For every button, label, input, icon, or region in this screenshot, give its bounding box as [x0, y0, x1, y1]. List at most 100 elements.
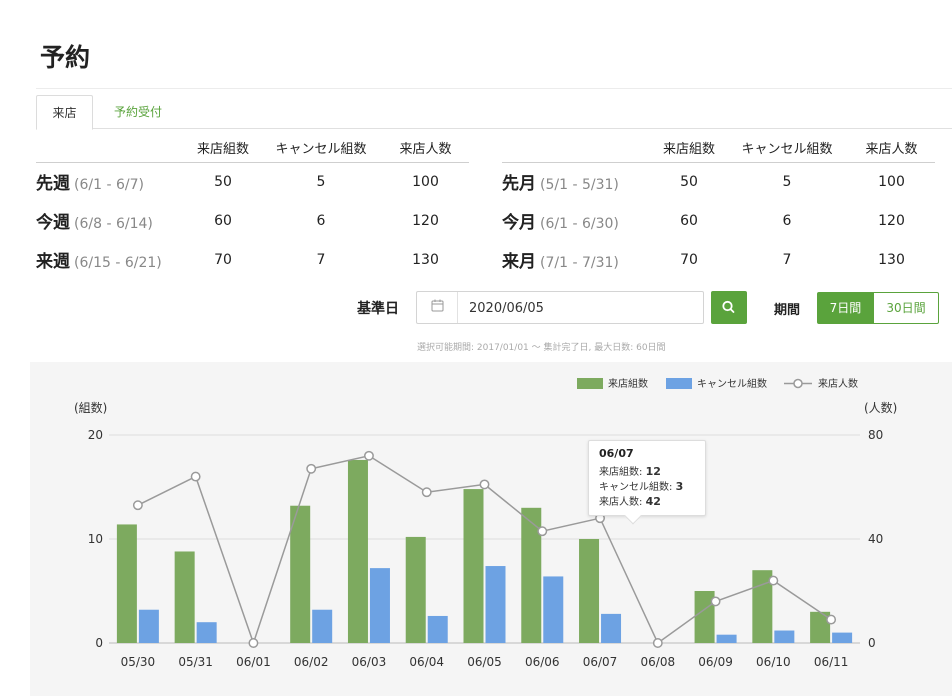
tooltip-row: 来店組数: 12	[599, 465, 695, 480]
y-right-tick-label: 40	[868, 532, 883, 546]
period-7days-button[interactable]: 7日間	[817, 292, 874, 324]
bar-cancels	[138, 609, 159, 643]
period-range: (6/1 - 6/7)	[74, 177, 144, 194]
tab-visits[interactable]: 来店	[36, 95, 93, 130]
weekly-period-header	[36, 138, 186, 163]
y-left-axis-label: (組数)	[74, 400, 107, 415]
base-date-field[interactable]	[416, 291, 704, 324]
x-tick-label: 06/08	[641, 655, 676, 669]
period-range: (6/1 - 6/30)	[540, 216, 619, 232]
period-30days-button[interactable]: 30日間	[873, 292, 939, 324]
tooltip-value: 42	[645, 495, 661, 508]
weekly-period-cell: 先週 (6/1 - 6/7)	[36, 162, 186, 201]
page-title: 予約	[40, 43, 91, 72]
visits-cell: 60	[680, 212, 698, 229]
y-left-tick-label: 20	[88, 428, 103, 442]
cancels-cell: 5	[782, 173, 792, 190]
visits-cell: 50	[214, 173, 232, 190]
cancels-cell: 7	[782, 251, 792, 268]
x-tick-label: 06/02	[294, 655, 329, 669]
y-left-tick-label: 10	[88, 532, 103, 546]
bar-visits	[463, 489, 484, 643]
bar-cancels	[312, 609, 333, 643]
title-divider	[36, 88, 952, 89]
tooltip-value: 3	[675, 480, 684, 493]
bar-visits	[174, 551, 195, 643]
monthly-header-people: 来店人数	[848, 138, 935, 163]
x-tick-label: 06/09	[698, 655, 733, 669]
visits-cell: 60	[214, 212, 232, 229]
tab-bar: 来店 予約受付	[36, 95, 952, 130]
visits-chart-svg: 0 10 20 0 40 80 (組数) (人数) 05/30 05/31 06/01 06/02 06…	[74, 377, 897, 669]
point-people	[768, 575, 779, 586]
x-tick-label: 06/01	[236, 655, 271, 669]
people-cell: 130	[412, 251, 439, 268]
x-tick-label: 06/11	[814, 655, 849, 669]
cancels-cell: 6	[316, 212, 326, 229]
bar-visits	[116, 524, 137, 643]
y-right-tick-label: 80	[868, 428, 883, 442]
people-cell: 100	[878, 173, 905, 190]
point-people	[132, 500, 143, 511]
table-row: 今月 (6/1 - 6/30) 60 6 120	[502, 201, 935, 240]
bar-visits	[290, 505, 311, 643]
tooltip-label: キャンセル組数:	[599, 482, 673, 493]
weekly-header-people: 来店人数	[382, 138, 469, 163]
tooltip-value: 12	[645, 465, 661, 478]
visits-cell: 70	[214, 251, 232, 268]
tooltip-date: 06/07	[599, 447, 634, 460]
legend-label-cancels: キャンセル組数	[697, 377, 767, 390]
weekly-period-cell: 今週 (6/8 - 6/14)	[36, 201, 186, 240]
bar-visits	[405, 536, 426, 643]
people-cell: 120	[412, 212, 439, 229]
legend-swatch-visits	[577, 378, 603, 389]
base-date-input[interactable]	[469, 298, 689, 318]
bar-cancels	[774, 630, 795, 643]
bar-cancels	[543, 576, 564, 643]
tab-reservations[interactable]: 予約受付	[98, 95, 178, 130]
period-range: (7/1 - 7/31)	[540, 255, 619, 271]
table-row: 来月 (7/1 - 7/31) 70 7 130	[502, 240, 935, 279]
bar-visits	[579, 539, 600, 643]
table-row: 先週 (6/1 - 6/7) 50 5 100	[36, 162, 469, 201]
weekly-period-cell: 来週 (6/15 - 6/21)	[36, 240, 186, 279]
y-right-axis-label: (人数)	[864, 400, 897, 415]
x-tick-label: 06/10	[756, 655, 791, 669]
tooltip-label: 来店人数:	[599, 497, 643, 508]
monthly-header-cancels: キャンセル組数	[726, 138, 848, 163]
period-name: 来月	[502, 252, 536, 272]
monthly-period-header	[502, 138, 652, 163]
x-tick-label: 06/06	[525, 655, 560, 669]
chart-tooltip: 06/07 来店組数: 12 キャンセル組数: 3 来店人数: 42	[588, 440, 706, 525]
calendar-icon[interactable]	[417, 292, 458, 323]
y-right-tick-label: 0	[868, 636, 876, 650]
visits-chart: 0 10 20 0 40 80 (組数) (人数) 05/30 05/31 06/01 06/02 06…	[30, 362, 952, 696]
point-people	[652, 638, 663, 648]
people-cell: 100	[412, 173, 439, 190]
x-tick-label: 06/07	[583, 655, 618, 669]
x-tick-label: 06/05	[467, 655, 502, 669]
bar-cancels	[369, 568, 390, 643]
base-date-label: 基準日	[357, 301, 399, 317]
weekly-header-visits: 来店組数	[186, 138, 260, 163]
monthly-header-visits: 来店組数	[652, 138, 726, 163]
visits-cell: 70	[680, 251, 698, 268]
point-people	[248, 638, 259, 648]
period-label: 期間	[774, 303, 801, 318]
bar-cancels	[427, 615, 448, 643]
period-name: 先週	[36, 174, 70, 195]
y-left-tick-label: 0	[95, 636, 103, 650]
cancels-cell: 7	[316, 251, 326, 268]
point-people	[479, 479, 490, 490]
point-people	[306, 463, 317, 474]
legend-swatch-cancels	[666, 378, 692, 389]
x-tick-label: 06/04	[409, 655, 444, 669]
period-range: (5/1 - 5/31)	[540, 177, 619, 194]
period-name: 先月	[502, 174, 536, 195]
table-row: 今週 (6/8 - 6/14) 60 6 120	[36, 201, 469, 240]
point-people	[826, 614, 837, 625]
bar-cancels	[832, 632, 853, 643]
legend-label-visits: 来店組数	[608, 377, 648, 390]
period-name: 今週	[36, 213, 70, 233]
search-button[interactable]	[711, 291, 747, 324]
